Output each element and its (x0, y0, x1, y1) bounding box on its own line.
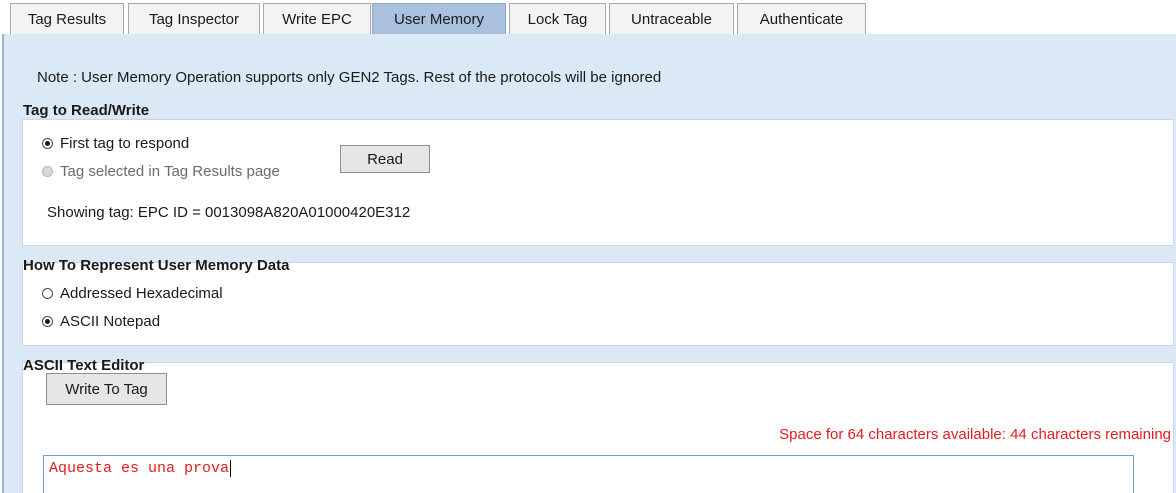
gen2-note: Note : User Memory Operation supports on… (37, 69, 662, 86)
selected-tag-option[interactable]: Tag selected in Tag Results page (42, 163, 280, 180)
tag-to-read-write-title: Tag to Read/Write (23, 102, 150, 119)
radio-selected-icon[interactable] (42, 316, 53, 327)
radio-selected-icon[interactable] (42, 138, 53, 149)
radio-unselected-icon[interactable] (42, 288, 53, 299)
represent-data-group (22, 262, 1174, 346)
selected-tag-label: Tag selected in Tag Results page (60, 163, 280, 180)
tab-untraceable[interactable]: Untraceable (609, 3, 734, 34)
tab-write-epc[interactable]: Write EPC (263, 3, 371, 34)
addressed-hex-label: Addressed Hexadecimal (60, 285, 223, 302)
text-caret (230, 460, 232, 477)
ascii-text-editor[interactable]: Aquesta es una prova (43, 455, 1134, 493)
tab-user-memory[interactable]: User Memory (372, 3, 506, 34)
read-button[interactable]: Read (340, 145, 430, 173)
first-tag-option[interactable]: First tag to respond (42, 135, 189, 152)
radio-disabled-icon (42, 166, 53, 177)
ascii-notepad-option[interactable]: ASCII Notepad (42, 313, 160, 330)
tab-tag-inspector[interactable]: Tag Inspector (128, 3, 260, 34)
characters-remaining: Space for 64 characters available: 44 ch… (779, 426, 1171, 443)
tab-strip: Tag Results Tag Inspector Write EPC User… (0, 0, 1176, 34)
tab-lock-tag[interactable]: Lock Tag (509, 3, 606, 34)
addressed-hex-option[interactable]: Addressed Hexadecimal (42, 285, 223, 302)
ascii-editor-title: ASCII Text Editor (23, 357, 145, 374)
editor-text: Aquesta es una prova (49, 460, 230, 477)
tab-tag-results[interactable]: Tag Results (10, 3, 124, 34)
write-to-tag-button[interactable]: Write To Tag (46, 373, 167, 405)
ascii-notepad-label: ASCII Notepad (60, 313, 161, 330)
showing-tag-epc: Showing tag: EPC ID = 0013098A820A010004… (47, 204, 411, 221)
represent-data-title: How To Represent User Memory Data (23, 257, 290, 274)
first-tag-label: First tag to respond (60, 135, 190, 152)
tag-to-read-write-group (22, 119, 1174, 246)
tab-authenticate[interactable]: Authenticate (737, 3, 866, 34)
